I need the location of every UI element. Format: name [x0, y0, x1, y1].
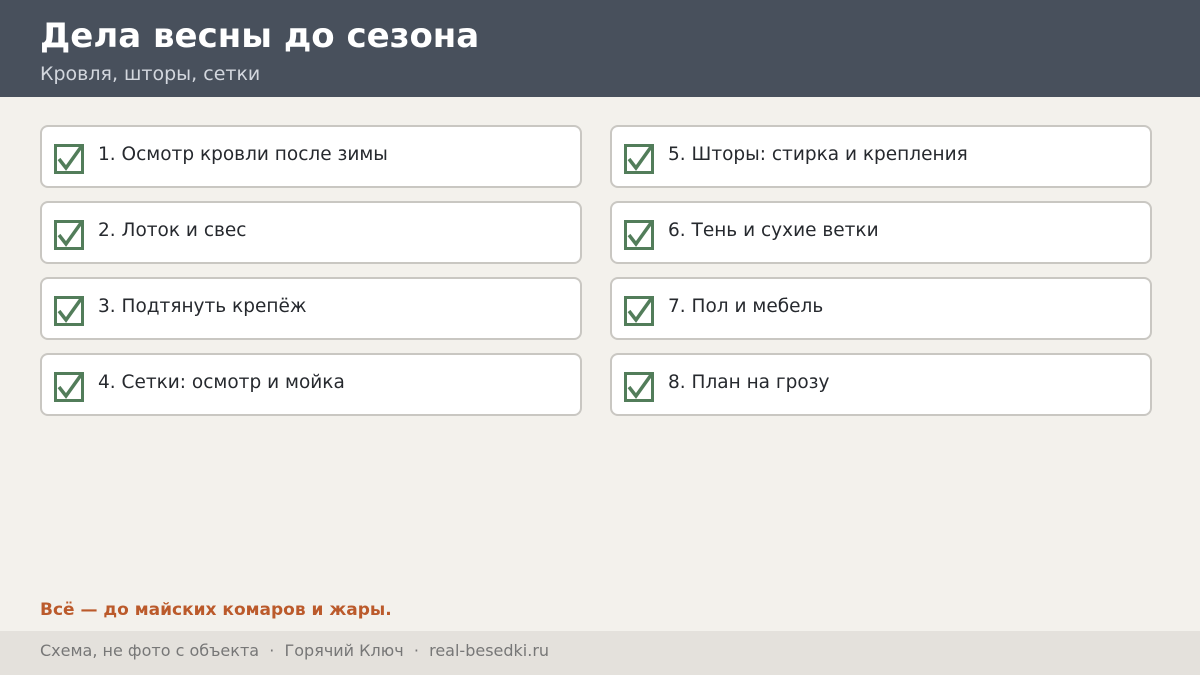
header-bar: Дела весны до сезона Кровля, шторы, сетк… — [0, 0, 1200, 97]
checkbox-checked-icon — [624, 296, 654, 326]
checklist-item: 4. Сетки: осмотр и мойка — [40, 353, 582, 416]
checklist-item-label: 3. Подтянуть крепёж — [98, 296, 307, 317]
checkbox-checked-icon — [624, 372, 654, 402]
checkbox-checked-icon — [624, 144, 654, 174]
checklist-item-label: 1. Осмотр кровли после зимы — [98, 144, 388, 165]
checklist-item: 7. Пол и мебель — [610, 277, 1152, 340]
checkbox-checked-icon — [54, 296, 84, 326]
checklist-item-label: 6. Тень и сухие ветки — [668, 220, 879, 241]
checklist-item: 8. План на грозу — [610, 353, 1152, 416]
page-title: Дела весны до сезона — [40, 16, 480, 56]
checkbox-checked-icon — [54, 144, 84, 174]
checklist-item: 1. Осмотр кровли после зимы — [40, 125, 582, 188]
checkbox-checked-icon — [54, 220, 84, 250]
footer-caption: Схема, не фото с объекта · Горячий Ключ … — [40, 641, 550, 660]
checklist-item: 5. Шторы: стирка и крепления — [610, 125, 1152, 188]
checklist-item-label: 8. План на грозу — [668, 372, 830, 393]
checkbox-checked-icon — [624, 220, 654, 250]
checklist-item: 3. Подтянуть крепёж — [40, 277, 582, 340]
page-subtitle: Кровля, шторы, сетки — [40, 63, 261, 85]
checklist-item-label: 7. Пол и мебель — [668, 296, 824, 317]
checkbox-checked-icon — [54, 372, 84, 402]
callout-note: Всё — до майских комаров и жары. — [40, 600, 392, 620]
checklist-item-label: 4. Сетки: осмотр и мойка — [98, 372, 345, 393]
checklist-item: 6. Тень и сухие ветки — [610, 201, 1152, 264]
checklist-item-label: 2. Лоток и свес — [98, 220, 247, 241]
checklist-item-label: 5. Шторы: стирка и крепления — [668, 144, 968, 165]
checklist-item: 2. Лоток и свес — [40, 201, 582, 264]
footer-bar: Схема, не фото с объекта · Горячий Ключ … — [0, 631, 1200, 675]
